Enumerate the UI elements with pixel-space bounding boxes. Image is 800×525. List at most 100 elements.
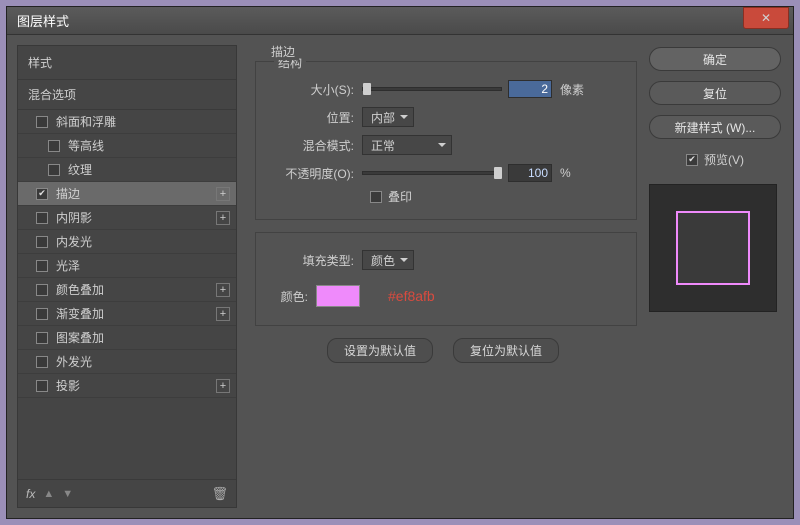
styles-header[interactable]: 样式 xyxy=(18,46,236,79)
style-checkbox[interactable] xyxy=(36,188,48,200)
style-checkbox[interactable] xyxy=(48,164,60,176)
size-row: 大小(S): 2 像素 xyxy=(270,76,622,102)
reset-button[interactable]: 复位 xyxy=(649,81,781,105)
set-default-button[interactable]: 设置为默认值 xyxy=(327,338,433,363)
style-row-7[interactable]: 颜色叠加+ xyxy=(18,278,236,302)
style-row-10[interactable]: 外发光 xyxy=(18,350,236,374)
style-row-5[interactable]: 内发光 xyxy=(18,230,236,254)
size-unit: 像素 xyxy=(560,81,584,98)
style-row-1[interactable]: 等高线 xyxy=(18,134,236,158)
slider-thumb[interactable] xyxy=(363,83,371,95)
preview-row: 预览(V) xyxy=(649,151,781,168)
structure-group: 结构 大小(S): 2 像素 位置: 内部 混合模式: 正常 不透明度(O): xyxy=(255,61,637,220)
layer-style-dialog: 图层样式 ✕ 样式 混合选项 斜面和浮雕等高线纹理描边+内阴影+内发光光泽颜色叠… xyxy=(6,6,794,519)
style-checkbox[interactable] xyxy=(36,212,48,224)
style-checkbox[interactable] xyxy=(36,308,48,320)
close-button[interactable]: ✕ xyxy=(743,7,789,29)
add-effect-icon[interactable]: + xyxy=(216,187,230,201)
style-label: 外发光 xyxy=(56,353,230,370)
style-list: 斜面和浮雕等高线纹理描边+内阴影+内发光光泽颜色叠加+渐变叠加+图案叠加外发光投… xyxy=(18,110,236,479)
style-label: 光泽 xyxy=(56,257,230,274)
style-label: 斜面和浮雕 xyxy=(56,113,230,130)
action-panel: 确定 复位 新建样式 (W)... 预览(V) xyxy=(649,45,781,508)
ok-button[interactable]: 确定 xyxy=(649,47,781,71)
fill-type-row: 填充类型: 颜色 xyxy=(270,247,622,273)
style-label: 图案叠加 xyxy=(56,329,230,346)
style-label: 等高线 xyxy=(68,137,230,154)
style-label: 内阴影 xyxy=(56,209,216,226)
style-checkbox[interactable] xyxy=(36,380,48,392)
position-select[interactable]: 内部 xyxy=(362,107,414,127)
group-title-stroke: 描边 xyxy=(267,43,299,60)
titlebar[interactable]: 图层样式 ✕ xyxy=(7,7,793,35)
style-row-2[interactable]: 纹理 xyxy=(18,158,236,182)
style-label: 纹理 xyxy=(68,161,230,178)
new-style-button[interactable]: 新建样式 (W)... xyxy=(649,115,781,139)
add-effect-icon[interactable]: + xyxy=(216,379,230,393)
style-row-9[interactable]: 图案叠加 xyxy=(18,326,236,350)
fill-type-label: 填充类型: xyxy=(270,252,362,269)
settings-panel: 描边 结构 大小(S): 2 像素 位置: 内部 混合模式: 正常 xyxy=(249,45,637,508)
add-effect-icon[interactable]: + xyxy=(216,283,230,297)
opacity-unit: % xyxy=(560,166,571,180)
style-row-6[interactable]: 光泽 xyxy=(18,254,236,278)
blending-options[interactable]: 混合选项 xyxy=(18,79,236,110)
color-label: 颜色: xyxy=(270,288,316,305)
style-checkbox[interactable] xyxy=(36,236,48,248)
reset-default-button[interactable]: 复位为默认值 xyxy=(453,338,559,363)
fill-type-select[interactable]: 颜色 xyxy=(362,250,414,270)
color-hex: #ef8afb xyxy=(388,288,435,304)
blend-mode-select[interactable]: 正常 xyxy=(362,135,452,155)
opacity-label: 不透明度(O): xyxy=(270,165,362,182)
trash-icon[interactable]: 🗑 xyxy=(211,486,228,502)
styles-panel: 样式 混合选项 斜面和浮雕等高线纹理描边+内阴影+内发光光泽颜色叠加+渐变叠加+… xyxy=(17,45,237,508)
overprint-checkbox[interactable] xyxy=(370,191,382,203)
style-row-3[interactable]: 描边+ xyxy=(18,182,236,206)
opacity-row: 不透明度(O): 100 % xyxy=(270,160,622,186)
preview-rect xyxy=(676,211,750,285)
size-slider[interactable] xyxy=(362,87,502,91)
style-row-0[interactable]: 斜面和浮雕 xyxy=(18,110,236,134)
default-buttons: 设置为默认值 复位为默认值 xyxy=(249,338,637,363)
style-checkbox[interactable] xyxy=(36,356,48,368)
color-row: 颜色: #ef8afb xyxy=(270,283,622,309)
position-label: 位置: xyxy=(270,109,362,126)
style-checkbox[interactable] xyxy=(36,116,48,128)
style-checkbox[interactable] xyxy=(48,140,60,152)
add-effect-icon[interactable]: + xyxy=(216,307,230,321)
slider-thumb[interactable] xyxy=(494,167,502,179)
size-input[interactable]: 2 xyxy=(508,80,552,98)
arrow-down-icon[interactable]: ▼ xyxy=(62,488,73,500)
window-title: 图层样式 xyxy=(17,11,69,30)
add-effect-icon[interactable]: + xyxy=(216,211,230,225)
position-row: 位置: 内部 xyxy=(270,104,622,130)
arrow-up-icon[interactable]: ▲ xyxy=(43,488,54,500)
close-icon: ✕ xyxy=(761,11,771,25)
fill-group: 填充类型: 颜色 颜色: #ef8afb xyxy=(255,232,637,326)
style-checkbox[interactable] xyxy=(36,332,48,344)
blend-label: 混合模式: xyxy=(270,137,362,154)
size-label: 大小(S): xyxy=(270,81,362,98)
blend-row: 混合模式: 正常 xyxy=(270,132,622,158)
opacity-input[interactable]: 100 xyxy=(508,164,552,182)
preview-label: 预览(V) xyxy=(704,151,744,168)
opacity-slider[interactable] xyxy=(362,171,502,175)
style-row-11[interactable]: 投影+ xyxy=(18,374,236,398)
style-label: 描边 xyxy=(56,185,216,202)
style-checkbox[interactable] xyxy=(36,260,48,272)
style-checkbox[interactable] xyxy=(36,284,48,296)
fx-menu[interactable]: fx xyxy=(26,487,35,501)
style-row-8[interactable]: 渐变叠加+ xyxy=(18,302,236,326)
preview-checkbox[interactable] xyxy=(686,154,698,166)
style-row-4[interactable]: 内阴影+ xyxy=(18,206,236,230)
overprint-label: 叠印 xyxy=(388,188,412,205)
color-swatch[interactable] xyxy=(316,285,360,307)
dialog-body: 样式 混合选项 斜面和浮雕等高线纹理描边+内阴影+内发光光泽颜色叠加+渐变叠加+… xyxy=(7,35,793,518)
overprint-row: 叠印 xyxy=(370,188,622,205)
style-label: 内发光 xyxy=(56,233,230,250)
style-label: 渐变叠加 xyxy=(56,305,216,322)
preview-box xyxy=(649,184,777,312)
style-label: 投影 xyxy=(56,377,216,394)
styles-footer: fx ▲ ▼ 🗑 xyxy=(18,479,236,507)
style-label: 颜色叠加 xyxy=(56,281,216,298)
